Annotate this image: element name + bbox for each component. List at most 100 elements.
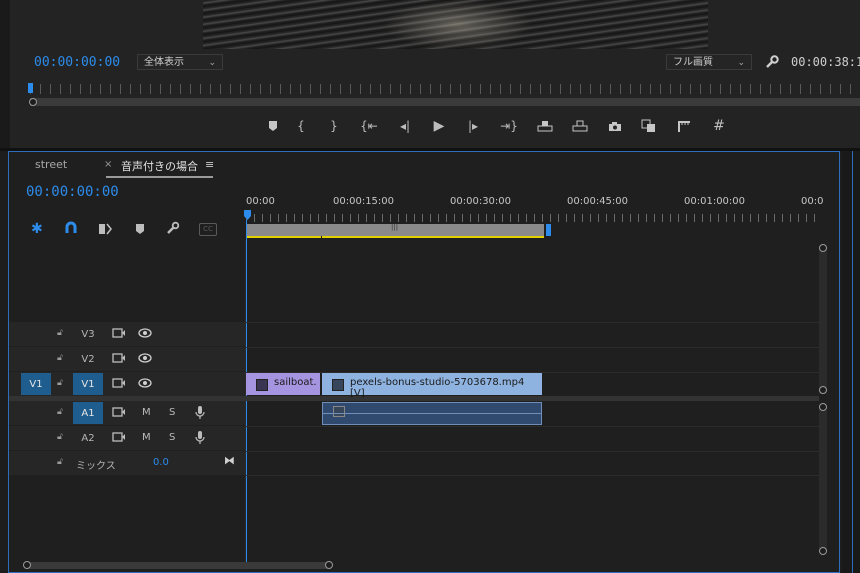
timeline-settings-wrench-icon[interactable] <box>166 221 180 235</box>
quality-select-value: フル画質 <box>673 57 713 68</box>
horizontal-scroll-thumb[interactable] <box>27 562 329 569</box>
video-scroll-track[interactable] <box>819 248 827 394</box>
microphone-icon[interactable] <box>195 431 205 444</box>
add-marker-icon[interactable] <box>135 223 145 235</box>
mute-button[interactable]: M <box>142 407 151 418</box>
lift-icon[interactable] <box>528 116 562 136</box>
ruler-label: 00:00 <box>246 196 275 207</box>
clip-name: pexels-bonus-studio-5703678.mp4 [V] <box>350 377 525 399</box>
monitor-left-edge <box>0 0 10 148</box>
sync-lock-icon[interactable] <box>112 353 126 363</box>
mute-button[interactable]: M <box>142 432 151 443</box>
step-forward-icon[interactable]: |▸ <box>456 116 490 136</box>
track-name-a1[interactable]: A1 <box>73 402 103 424</box>
step-back-icon[interactable]: ◂| <box>388 116 422 136</box>
lane-line <box>245 426 819 427</box>
fx-badge-icon <box>256 379 268 391</box>
tab-street[interactable]: street <box>35 158 67 171</box>
go-to-out-icon[interactable]: ⇥} <box>490 116 528 136</box>
header-divider <box>245 240 246 570</box>
tab-audio-sequence[interactable]: 音声付きの場合 <box>121 158 198 174</box>
microphone-icon[interactable] <box>195 406 205 419</box>
go-to-in-icon[interactable]: {⇤ <box>350 116 388 136</box>
rendered-bar-yellow <box>246 236 321 238</box>
track-name-a2[interactable]: A2 <box>73 427 103 449</box>
adjacent-panel-border <box>852 151 853 573</box>
lock-icon[interactable]: 🔓︎ <box>57 432 67 442</box>
trim-icon[interactable] <box>666 116 702 136</box>
mark-out-icon[interactable]: } <box>318 116 350 136</box>
track-name-v3[interactable]: V3 <box>73 323 103 345</box>
rendered-bar-yellow <box>322 236 544 238</box>
eye-icon[interactable] <box>138 378 152 388</box>
track-header-v2: 🔓︎ V2 <box>9 347 245 371</box>
eye-icon[interactable] <box>138 328 152 338</box>
lock-icon[interactable]: 🔓︎ <box>57 407 67 417</box>
lock-icon[interactable]: 🔓︎ <box>57 328 67 338</box>
play-icon[interactable]: ▶ <box>422 116 456 136</box>
go-to-end-icon[interactable]: ⧓ <box>224 454 235 467</box>
timeline-timecode[interactable]: 00:00:00:00 <box>26 184 119 200</box>
track-header-mix: 🔓︎ ミックス 0.0 ⧓ <box>9 451 245 475</box>
volume-line <box>323 413 541 414</box>
mix-volume-value[interactable]: 0.0 <box>153 457 169 468</box>
fx-badge-icon <box>332 379 344 391</box>
track-name-v2[interactable]: V2 <box>73 348 103 370</box>
duration-timecode: 00:00:38:1 <box>791 55 860 69</box>
linked-selection-icon[interactable] <box>98 222 113 236</box>
lock-icon[interactable]: 🔓︎ <box>57 378 67 388</box>
monitor-scroll-handle[interactable] <box>29 98 37 106</box>
ruler-label: 00:00:30:00 <box>450 196 512 207</box>
horizontal-scroll-handle-right[interactable] <box>325 561 333 569</box>
active-tab-underline <box>106 176 213 178</box>
compare-icon[interactable] <box>632 116 666 136</box>
sync-lock-icon[interactable] <box>112 432 126 442</box>
monitor-ruler[interactable] <box>30 84 860 94</box>
monitor-playhead[interactable] <box>28 83 33 93</box>
audio-scroll-handle-bottom[interactable] <box>819 547 827 555</box>
track-header-v3: 🔓︎ V3 <box>9 322 245 346</box>
marker-icon[interactable] <box>262 116 284 136</box>
fx-badge-icon <box>333 406 345 417</box>
eye-icon[interactable] <box>138 353 152 363</box>
sync-lock-icon[interactable] <box>112 328 126 338</box>
track-name-v1[interactable]: V1 <box>73 373 103 395</box>
wrench-icon[interactable] <box>764 54 780 70</box>
video-scroll-handle-bottom[interactable] <box>819 386 827 394</box>
monitor-scroll-track[interactable] <box>30 98 860 106</box>
sync-lock-icon[interactable] <box>112 407 126 417</box>
panel-menu-icon[interactable]: ≡ <box>205 158 214 171</box>
sync-lock-icon[interactable] <box>112 378 126 388</box>
zoom-select[interactable]: 全体表示 ⌄ <box>137 54 223 70</box>
horizontal-scroll-handle-left[interactable] <box>23 561 31 569</box>
mark-in-icon[interactable]: { <box>284 116 318 136</box>
snap-insert-icon[interactable]: ✱ <box>31 222 45 236</box>
clip-sailboat[interactable]: sailboat. <box>246 373 320 395</box>
solo-button[interactable]: S <box>169 407 175 418</box>
close-icon[interactable]: × <box>104 159 112 170</box>
extract-icon[interactable] <box>562 116 598 136</box>
clip-pexels-video[interactable]: pexels-bonus-studio-5703678.mp4 [V] <box>322 373 542 399</box>
export-frame-icon[interactable] <box>598 116 632 136</box>
work-area-bar[interactable]: ||| <box>246 223 544 236</box>
program-monitor: 00:00:00:00 全体表示 ⌄ フル画質 ⌄ 00:00:38:1 { }… <box>0 0 860 148</box>
quality-select[interactable]: フル画質 ⌄ <box>666 54 752 70</box>
monitor-timecode[interactable]: 00:00:00:00 <box>34 55 120 70</box>
captions-icon[interactable]: CC <box>199 223 217 236</box>
lane-line <box>245 347 819 348</box>
time-ruler[interactable]: 00:00 00:00:15:00 00:00:30:00 00:00:45:0… <box>246 190 826 210</box>
audio-scroll-track[interactable] <box>819 407 827 551</box>
video-scroll-handle-top[interactable] <box>819 244 827 252</box>
solo-button[interactable]: S <box>169 432 175 443</box>
grid-icon[interactable]: # <box>702 116 736 136</box>
lock-icon[interactable]: 🔓︎ <box>57 353 67 363</box>
clip-audio-a1[interactable] <box>322 402 542 425</box>
lane-line <box>245 475 819 476</box>
lock-icon[interactable]: 🔓︎ <box>57 457 67 467</box>
work-area-end-handle[interactable] <box>546 224 551 236</box>
audio-scroll-handle-top[interactable] <box>819 403 827 411</box>
source-track-v1[interactable]: V1 <box>21 373 51 395</box>
ruler-label: 00:01:00:00 <box>684 196 746 207</box>
magnet-icon[interactable] <box>64 221 78 235</box>
chevron-down-icon: ⌄ <box>737 58 745 68</box>
